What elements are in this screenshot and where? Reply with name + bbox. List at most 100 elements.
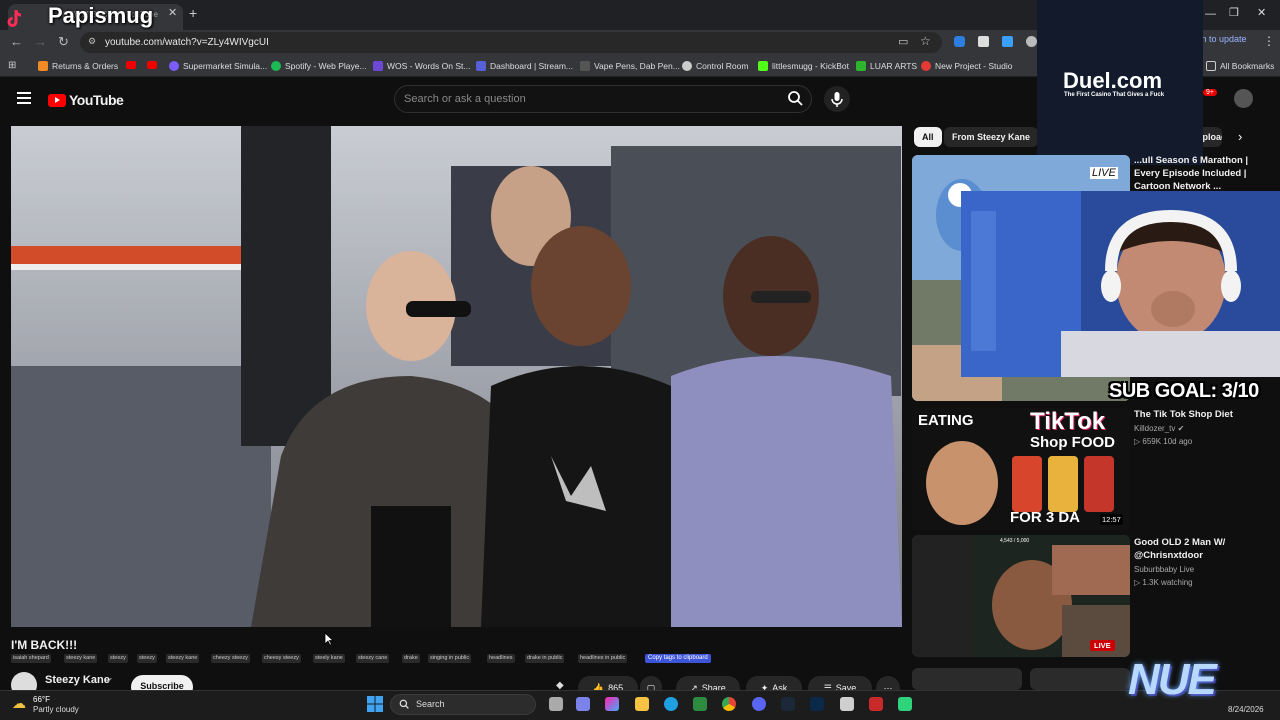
steam-icon[interactable] bbox=[781, 697, 795, 711]
hamburger-menu-icon[interactable] bbox=[17, 92, 31, 104]
youtube-play-icon bbox=[48, 93, 66, 107]
extension-icon[interactable] bbox=[1002, 36, 1013, 47]
menu-kebab-icon[interactable]: ⋮ bbox=[1263, 34, 1275, 48]
youtube-bookmark-icon[interactable] bbox=[126, 61, 136, 69]
bookmark-star-icon[interactable]: ☆ bbox=[920, 34, 931, 48]
url-text: youtube.com/watch?v=ZLy4WIVgcUI bbox=[105, 37, 269, 48]
close-window-icon[interactable]: ✕ bbox=[1257, 6, 1266, 19]
bookmark-favicon-icon bbox=[169, 61, 179, 71]
recommended-title[interactable]: The Tik Tok Shop Diet bbox=[1134, 408, 1274, 421]
extension-icon[interactable] bbox=[954, 36, 965, 47]
youtube-bookmark-icon[interactable] bbox=[147, 61, 157, 69]
video-tag[interactable]: drake in public bbox=[525, 654, 565, 663]
recommended-title[interactable]: ...ull Season 6 Marathon | Every Episode… bbox=[1134, 154, 1264, 193]
video-tag[interactable]: steezy bbox=[108, 654, 128, 663]
folder-icon bbox=[1206, 61, 1216, 71]
chrome-icon[interactable] bbox=[722, 697, 736, 711]
weather-icon[interactable]: ☁ bbox=[12, 695, 26, 712]
bookmark-favicon-icon bbox=[921, 61, 931, 71]
bookmark-item[interactable]: WOS - Words On St... bbox=[373, 58, 470, 74]
streamlabs-icon bbox=[476, 61, 486, 71]
video-tag[interactable]: steezy cane bbox=[356, 654, 390, 663]
video-tag[interactable]: isaiah shepard bbox=[11, 654, 51, 663]
recommended-title[interactable]: Good OLD 2 Man W/ @Chrisnxtdoor bbox=[1134, 536, 1274, 562]
video-player[interactable] bbox=[11, 126, 902, 627]
nue-logo-overlay: NUE bbox=[1128, 655, 1217, 704]
site-info-icon[interactable]: ⚙ bbox=[88, 36, 96, 47]
cast-icon[interactable]: ▭ bbox=[898, 35, 908, 48]
search-icon[interactable] bbox=[787, 90, 803, 106]
live-stream-thumbnail-art bbox=[912, 535, 1130, 657]
bookmark-item[interactable]: LUAR ARTS bbox=[856, 58, 917, 74]
bookmark-item[interactable]: littlesmugg - KickBot bbox=[758, 58, 849, 74]
voice-search-button[interactable] bbox=[824, 86, 850, 112]
reload-icon[interactable]: ↻ bbox=[58, 34, 69, 50]
store-icon[interactable] bbox=[693, 697, 707, 711]
back-icon[interactable]: ← bbox=[10, 34, 23, 49]
thumb-caption: TikTok bbox=[1030, 408, 1106, 435]
streaming-app-icon[interactable] bbox=[898, 697, 912, 711]
task-view-icon[interactable] bbox=[549, 697, 563, 711]
thumb-caption: Shop FOOD bbox=[1030, 434, 1115, 451]
recommended-channel[interactable]: Suburbbaby Live bbox=[1134, 565, 1194, 574]
weather-temperature[interactable]: 66°F bbox=[33, 695, 50, 704]
video-tag[interactable]: singing in public bbox=[428, 654, 472, 663]
all-bookmarks-button[interactable]: All Bookmarks bbox=[1206, 58, 1274, 74]
recommended-thumbnail[interactable] bbox=[1030, 668, 1130, 690]
video-tag[interactable]: drake bbox=[402, 654, 420, 663]
discord-icon[interactable] bbox=[752, 697, 766, 711]
extension-icon[interactable] bbox=[1026, 36, 1037, 47]
close-tab-icon[interactable]: ✕ bbox=[168, 6, 177, 19]
video-title: I'M BACK!!! bbox=[11, 638, 78, 652]
edge-icon[interactable] bbox=[664, 697, 678, 711]
file-explorer-icon[interactable] bbox=[635, 697, 649, 711]
chip-all[interactable]: All bbox=[914, 127, 942, 147]
teams-icon[interactable] bbox=[576, 697, 590, 711]
channel-name[interactable]: Steezy Kane bbox=[45, 674, 110, 686]
apps-grid-icon[interactable]: ⊞ bbox=[8, 60, 16, 71]
acrobat-icon[interactable] bbox=[869, 697, 883, 711]
video-tag[interactable]: headlines bbox=[487, 654, 515, 663]
bookmark-item[interactable]: Supermarket Simula... bbox=[169, 58, 267, 74]
notification-count-badge[interactable]: 9+ bbox=[1203, 89, 1217, 96]
forward-icon[interactable]: → bbox=[34, 34, 47, 49]
video-tag[interactable]: cheesy steezy bbox=[262, 654, 301, 663]
avatar[interactable] bbox=[1234, 89, 1253, 108]
windows-start-icon[interactable] bbox=[367, 696, 383, 712]
thumb-caption: FOR 3 DA bbox=[1010, 509, 1081, 526]
copilot-icon[interactable] bbox=[605, 697, 619, 711]
chevron-right-icon[interactable]: › bbox=[1238, 129, 1242, 144]
taskbar-search[interactable] bbox=[390, 694, 536, 715]
video-tag[interactable]: steely kane bbox=[313, 654, 345, 663]
taskbar-date[interactable]: 8/24/2026 bbox=[1228, 705, 1264, 714]
recommended-channel[interactable]: Killdozer_tv ✔ bbox=[1134, 424, 1184, 433]
sub-goal-counter: SUB GOAL: 3/10 bbox=[1109, 380, 1259, 402]
video-tag[interactable]: headlines in public bbox=[578, 654, 628, 663]
bookmark-item[interactable]: Spotify - Web Playe... bbox=[271, 58, 367, 74]
bookmark-item[interactable]: Vape Pens, Dab Pen... bbox=[580, 58, 680, 74]
recommended-thumbnail[interactable]: EATING TikTok Shop FOOD FOR 3 DA 12:57 bbox=[912, 408, 1130, 530]
photoshop-icon[interactable] bbox=[810, 697, 824, 711]
extension-icon[interactable] bbox=[978, 36, 989, 47]
minimize-icon[interactable]: — bbox=[1205, 8, 1216, 20]
bookmark-item[interactable]: New Project - Studio bbox=[921, 58, 1012, 74]
recommended-thumbnail[interactable] bbox=[912, 668, 1022, 690]
video-tag[interactable]: steezy bbox=[137, 654, 157, 663]
youtube-logo[interactable]: YouTube bbox=[48, 92, 124, 108]
weather-description[interactable]: Partly cloudy bbox=[33, 705, 79, 714]
spotify-icon bbox=[271, 61, 281, 71]
recommended-thumbnail[interactable]: 4,543 / 5,000 LIVE bbox=[912, 535, 1130, 657]
maximize-icon[interactable]: ❐ bbox=[1229, 6, 1239, 19]
video-frame-illustration bbox=[11, 126, 902, 627]
video-tag[interactable]: steezy kane bbox=[166, 654, 200, 663]
video-tag[interactable]: cheezy steezy bbox=[211, 654, 250, 663]
video-tag[interactable]: steezy kane bbox=[64, 654, 98, 663]
new-tab-button[interactable]: + bbox=[189, 5, 197, 21]
bookmark-item[interactable]: Control Room bbox=[682, 58, 748, 74]
bookmark-item[interactable]: Returns & Orders bbox=[38, 58, 118, 74]
chip-from-channel[interactable]: From Steezy Kane bbox=[944, 127, 1039, 147]
bookmark-item[interactable]: Dashboard | Stream... bbox=[476, 58, 573, 74]
taskbar-search-label: Search bbox=[416, 699, 445, 709]
copy-tags-button[interactable]: Copy tags to clipboard bbox=[645, 654, 711, 663]
notepad-icon[interactable] bbox=[840, 697, 854, 711]
